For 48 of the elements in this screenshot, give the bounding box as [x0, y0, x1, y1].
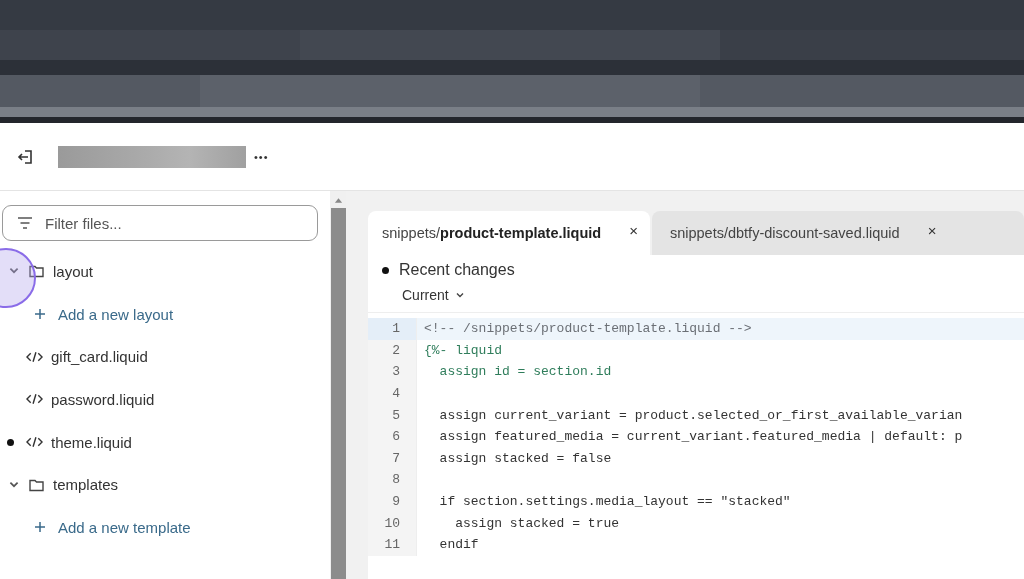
line-number: 4	[368, 382, 417, 405]
folder-name[interactable]: templates	[53, 476, 119, 494]
scroll-up-icon[interactable]	[333, 197, 343, 203]
recent-changes-title: Recent changes	[399, 261, 515, 279]
add-link[interactable]: Add a new layout	[58, 305, 174, 323]
line-number: 5	[368, 404, 417, 426]
tab-label[interactable]: snippets/dbtfy-discount-saved.liquid	[669, 225, 900, 241]
file-name[interactable]: theme.liquid	[51, 433, 132, 451]
code-line: assign stacked = false	[438, 450, 612, 466]
folder-icon	[28, 264, 45, 279]
version-dropdown[interactable]: Current	[402, 287, 465, 303]
code-line: assign current_variant = product.selected_or_first_available_varian	[438, 407, 963, 423]
line-number: 6	[368, 425, 417, 448]
line-number: 11	[368, 533, 417, 556]
filter-field[interactable]: Filter files...	[2, 205, 318, 241]
code-icon	[26, 392, 43, 407]
more-button[interactable]: •••	[254, 150, 269, 163]
code-line: assign featured_media = current_variant.featured_media | default: p	[438, 429, 963, 445]
add-link[interactable]: Add a new template	[58, 518, 191, 536]
plus-icon	[34, 308, 46, 321]
folder-name[interactable]: layout	[53, 262, 94, 280]
code-icon	[26, 435, 43, 450]
file-tab[interactable]: snippets/dbtfy-discount-saved.liquid ×	[651, 211, 1024, 255]
line-number: 2	[368, 339, 417, 362]
line-number: 7	[368, 447, 417, 470]
status-dot	[382, 266, 389, 274]
line-number: 1	[368, 318, 417, 340]
code-line: assign id = section.id	[438, 364, 612, 380]
code-line: if section.settings.media_layout == "stacked"	[438, 494, 791, 510]
code-comment: <!-- /snippets/product-template.liquid -->	[423, 321, 752, 337]
folder-icon	[28, 477, 45, 492]
chevron-icon	[454, 290, 465, 300]
line-number: 9	[368, 490, 417, 513]
line-number: 8	[368, 469, 417, 491]
file-name[interactable]: password.liquid	[51, 390, 155, 408]
code-line: {%- liquid	[423, 342, 502, 358]
code-icon	[26, 349, 43, 364]
code-line: endif	[438, 537, 479, 553]
plus-icon	[34, 521, 46, 534]
filter-icon	[17, 217, 33, 229]
code-line: assign stacked = true	[454, 515, 620, 531]
close-button[interactable]: ×	[629, 221, 638, 239]
close-button[interactable]: ×	[927, 221, 937, 239]
tab-label[interactable]: snippets/product-template.liquid	[382, 225, 602, 241]
file-name[interactable]: gift_card.liquid	[51, 348, 148, 366]
line-number: 10	[368, 512, 417, 534]
file-tab[interactable]: snippets/product-template.liquid ×	[368, 211, 650, 255]
line-number: 3	[368, 361, 417, 383]
